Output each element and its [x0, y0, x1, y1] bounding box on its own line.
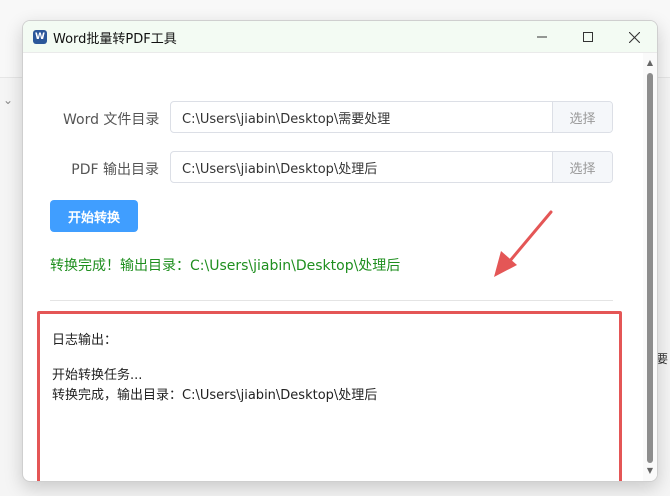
- close-button[interactable]: [611, 21, 657, 53]
- word-dir-field-group: 选择: [170, 101, 613, 133]
- pdf-dir-label: PDF 输出目录: [71, 162, 159, 178]
- app-window: W Word批量转PDF工具 Word 文件目录 选择 PDF 输出目录: [22, 20, 658, 482]
- maximize-button[interactable]: [565, 21, 611, 53]
- scroll-up-icon[interactable]: ▲: [646, 59, 654, 67]
- pdf-dir-input[interactable]: [171, 152, 552, 182]
- window-title: Word批量转PDF工具: [53, 32, 177, 47]
- log-output-box: 日志输出： 开始转换任务... 转换完成，输出目录：C:\Users\jiabi…: [37, 311, 622, 481]
- result-message: 转换完成！输出目录：C:\Users\jiabin\Desktop\处理后: [50, 258, 401, 274]
- maximize-icon: [583, 32, 593, 42]
- scroll-down-icon[interactable]: ▼: [646, 467, 654, 475]
- minimize-icon: [537, 36, 547, 38]
- log-line: 开始转换任务...: [52, 368, 143, 383]
- word-dir-label: Word 文件目录: [63, 112, 160, 128]
- minimize-button[interactable]: [519, 21, 565, 53]
- word-dir-input[interactable]: [171, 102, 552, 132]
- chevron-down-icon: ⌄: [3, 93, 14, 107]
- close-icon: [628, 31, 640, 43]
- log-line: 转换完成，输出目录：C:\Users\jiabin\Desktop\处理后: [52, 388, 378, 403]
- divider: [50, 300, 613, 301]
- scroll-thumb[interactable]: [647, 73, 653, 463]
- log-title: 日志输出：: [52, 333, 118, 348]
- title-bar: W Word批量转PDF工具: [23, 21, 657, 53]
- start-convert-button[interactable]: 开始转换: [50, 200, 138, 232]
- vertical-scrollbar[interactable]: ▲ ▼: [643, 53, 657, 481]
- main-content: Word 文件目录 选择 PDF 输出目录 选择 开始转换 转换完成！输出目录：…: [23, 53, 643, 481]
- pdf-dir-field-group: 选择: [170, 151, 613, 183]
- background-text: 要: [656, 352, 669, 366]
- pdf-dir-select-button[interactable]: 选择: [552, 152, 612, 182]
- word-app-icon: W: [33, 30, 47, 44]
- word-dir-select-button[interactable]: 选择: [552, 102, 612, 132]
